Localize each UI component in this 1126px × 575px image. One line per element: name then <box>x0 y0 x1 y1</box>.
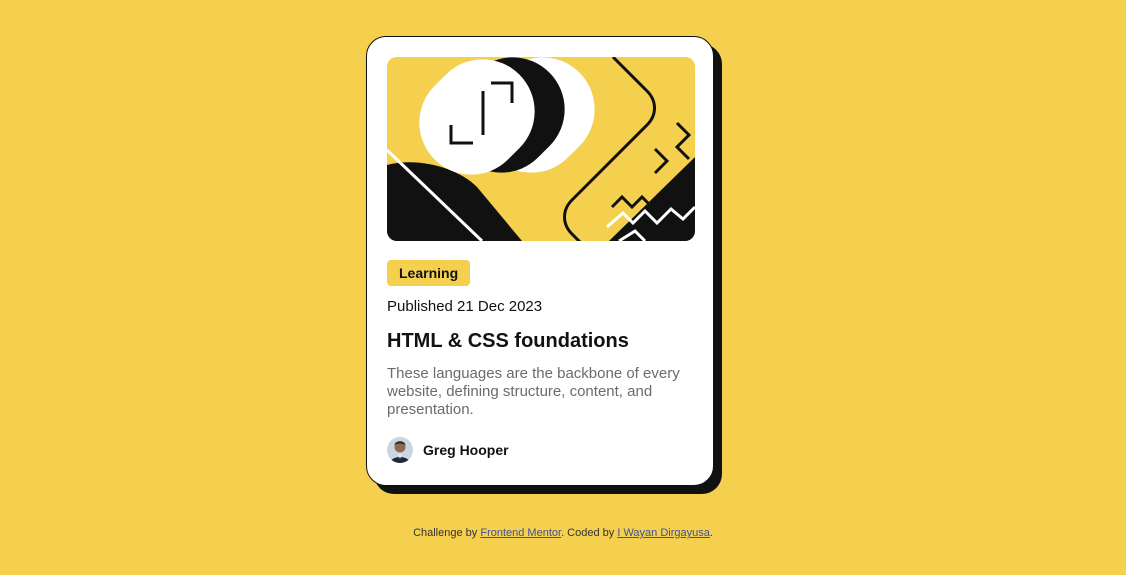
hero-illustration <box>387 57 695 241</box>
category-tag: Learning <box>387 260 471 286</box>
author-name: Greg Hooper <box>423 442 509 458</box>
blog-preview-card: Learning Published 21 Dec 2023 HTML & CS… <box>366 36 714 486</box>
published-date: Published 21 Dec 2023 <box>387 298 543 315</box>
frontend-mentor-link[interactable]: Frontend Mentor <box>480 527 561 539</box>
card-title[interactable]: HTML & CSS foundations <box>387 329 693 353</box>
attribution-prefix: Challenge by <box>413 527 481 539</box>
avatar <box>387 437 413 463</box>
attribution: Challenge by Frontend Mentor. Coded by I… <box>0 527 1126 539</box>
avatar-photo-icon <box>387 437 413 463</box>
author-link[interactable]: I Wayan Dirgayusa <box>617 527 710 539</box>
attribution-middle: . Coded by <box>561 527 618 539</box>
attribution-suffix: . <box>709 527 713 539</box>
illustration-abstract-icon <box>387 57 695 241</box>
author: Greg Hooper <box>387 437 693 463</box>
card-description: These languages are the backbone of ever… <box>387 365 680 418</box>
